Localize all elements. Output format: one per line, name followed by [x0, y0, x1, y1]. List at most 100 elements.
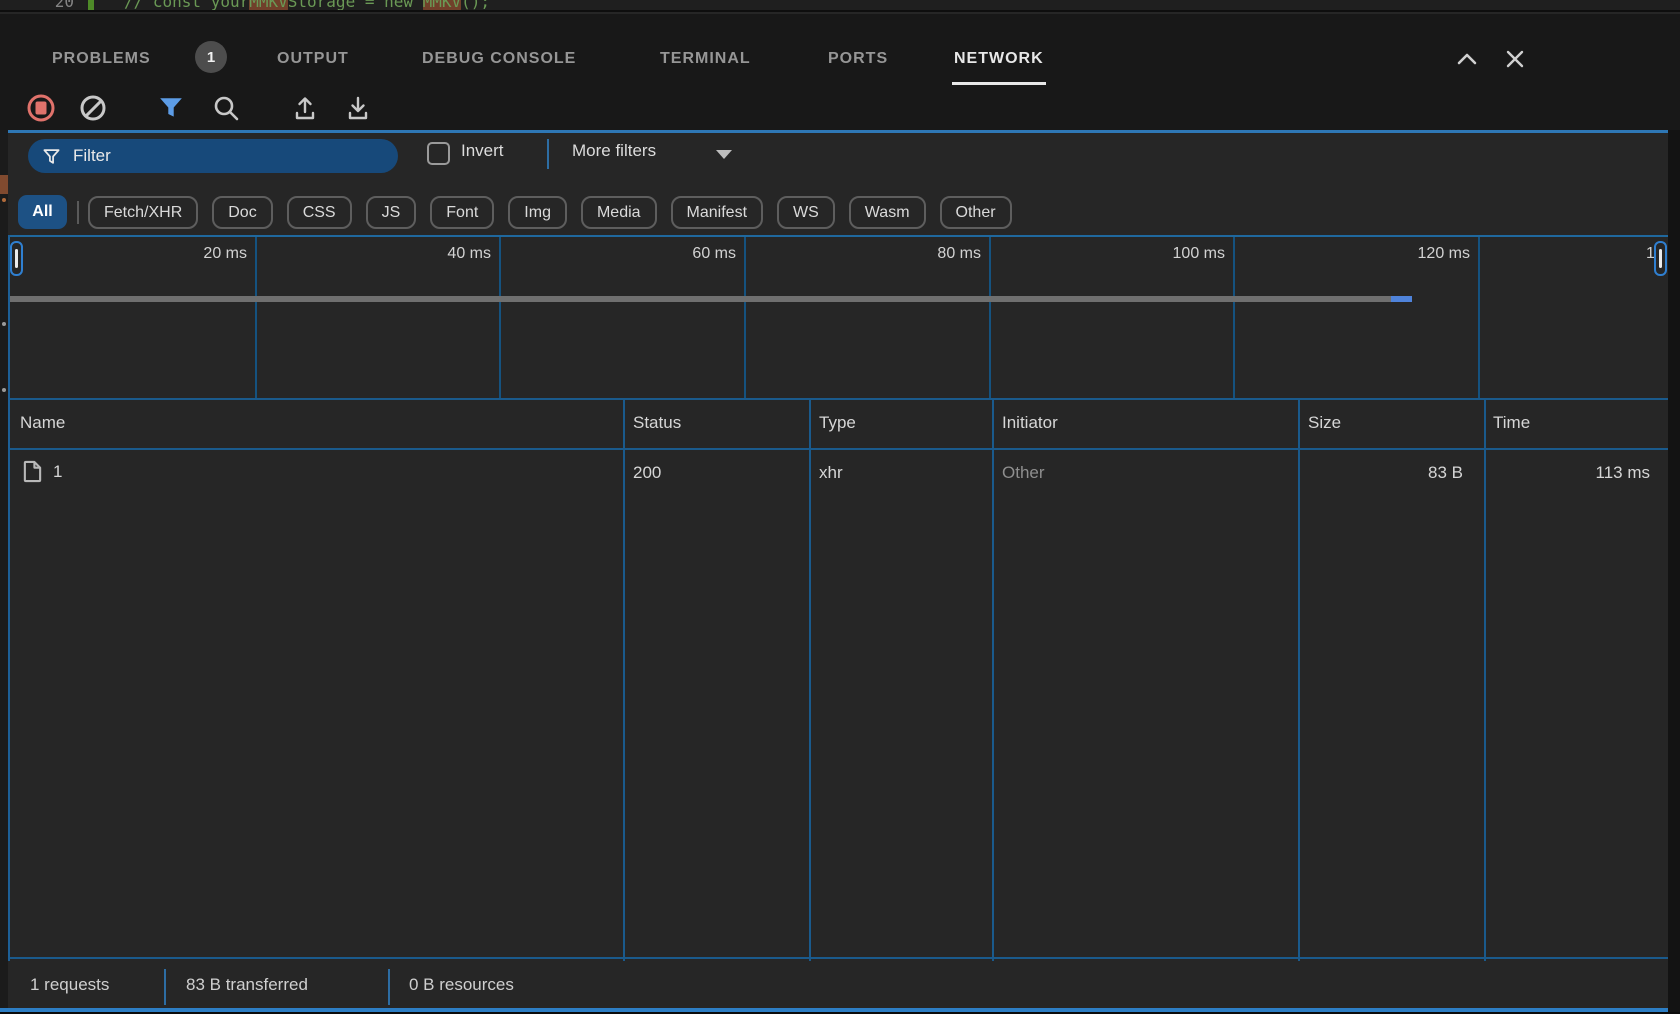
editor-code-sliver: 20// const yourMMKVStorage = new MMKV();: [0, 0, 1680, 12]
network-filter-input[interactable]: Filter: [28, 139, 398, 173]
filter-chip-manifest[interactable]: Manifest: [671, 196, 763, 229]
overview-right-handle[interactable]: [1654, 241, 1667, 276]
overview-total-bar: [10, 296, 1391, 302]
column-header-initiator[interactable]: Initiator: [1002, 413, 1058, 433]
filter-chip-all[interactable]: All: [18, 195, 67, 229]
request-time: 113 ms: [1484, 463, 1660, 483]
request-name: 1: [53, 462, 62, 482]
filter-chip-doc[interactable]: Doc: [212, 196, 272, 229]
record-network-log-button[interactable]: [28, 95, 55, 122]
funnel-icon: [158, 95, 184, 121]
import-har-button[interactable]: [291, 94, 319, 122]
search-match-highlight: MMKV: [423, 0, 462, 11]
panel-right-gutter: [1668, 130, 1680, 1014]
request-initiator: Other: [1002, 463, 1045, 483]
network-panel: Filter Invert More filters All Fetch/XHR…: [8, 130, 1668, 1012]
download-icon: [344, 94, 372, 122]
vscode-bottom-panel: 20// const yourMMKVStorage = new MMKV();…: [0, 0, 1680, 1014]
funnel-icon: [42, 147, 61, 166]
tab-problems[interactable]: PROBLEMS: [52, 50, 151, 68]
git-gutter-indicator: [88, 0, 94, 12]
problems-count-badge: 1: [195, 41, 227, 73]
timeline-gridline: [1233, 237, 1235, 398]
column-header-time[interactable]: Time: [1493, 413, 1530, 433]
overview-left-handle[interactable]: [10, 241, 23, 276]
export-har-button[interactable]: [344, 94, 372, 122]
tab-network[interactable]: NETWORK: [954, 50, 1044, 68]
timeline-tick: 120 ms: [1380, 245, 1470, 263]
code-comment: // const your: [124, 0, 249, 11]
column-header-name[interactable]: Name: [20, 413, 65, 433]
filter-placeholder: Filter: [73, 146, 111, 166]
timeline-tick: 60 ms: [646, 245, 736, 263]
filter-chip-ws[interactable]: WS: [777, 196, 835, 229]
column-header-type[interactable]: Type: [819, 413, 856, 433]
tab-output[interactable]: OUTPUT: [277, 50, 349, 68]
filter-chip-wasm[interactable]: Wasm: [849, 196, 926, 229]
editor-edge-strip: [0, 130, 8, 1014]
panel-tab-strip: PROBLEMS 1 OUTPUT DEBUG CONSOLE TERMINAL…: [0, 14, 1680, 86]
filter-chip-media[interactable]: Media: [581, 196, 657, 229]
line-number: 20: [0, 0, 88, 11]
network-overview-timeline[interactable]: 20 ms 40 ms 60 ms 80 ms 100 ms 120 ms 1: [8, 235, 1668, 400]
scrollbar-decoration: [0, 175, 8, 194]
search-match-highlight: MMKV: [249, 0, 288, 11]
record-icon: [28, 95, 55, 122]
filter-chip-css[interactable]: CSS: [287, 196, 352, 229]
decoration-dot: [2, 322, 6, 326]
invert-checkbox[interactable]: [427, 142, 450, 165]
timeline-gridline: [255, 237, 257, 398]
filter-chip-fetch-xhr[interactable]: Fetch/XHR: [88, 196, 198, 229]
filter-chip-other[interactable]: Other: [940, 196, 1012, 229]
requests-count: 1 requests: [30, 975, 109, 995]
search-button[interactable]: [212, 94, 240, 122]
panel-left-border: [8, 235, 10, 961]
request-status: 200: [633, 463, 661, 483]
chevron-up-icon[interactable]: [1452, 44, 1482, 74]
timeline-gridline: [499, 237, 501, 398]
request-size: 83 B: [1298, 463, 1474, 483]
network-status-bar: 1 requests 83 B transferred 0 B resource…: [8, 961, 1668, 1011]
transferred-size: 83 B transferred: [186, 975, 308, 995]
invert-label: Invert: [461, 141, 504, 161]
status-divider: [164, 969, 166, 1005]
status-divider: [388, 969, 390, 1005]
search-icon: [212, 94, 240, 122]
chips-divider: [77, 201, 79, 224]
request-name-cell: 1: [22, 460, 62, 483]
overview-request-bar: [1391, 296, 1412, 302]
request-type-chips: Fetch/XHR Doc CSS JS Font Img Media Mani…: [88, 196, 1012, 229]
more-filters-dropdown[interactable]: More filters: [572, 141, 656, 161]
request-type: xhr: [819, 463, 843, 483]
tab-debug-console[interactable]: DEBUG CONSOLE: [422, 50, 576, 68]
chevron-down-icon[interactable]: [716, 150, 732, 159]
filter-row-divider: [547, 139, 549, 169]
network-toolbar: [0, 86, 1680, 130]
decoration-dot: [2, 388, 6, 392]
column-header-size[interactable]: Size: [1308, 413, 1341, 433]
timeline-gridline: [744, 237, 746, 398]
decoration-dot: [2, 198, 6, 202]
tab-ports[interactable]: PORTS: [828, 50, 888, 68]
timeline-gridline: [1478, 237, 1480, 398]
resources-size: 0 B resources: [409, 975, 514, 995]
filter-chip-js[interactable]: JS: [366, 196, 417, 229]
timeline-gridline: [989, 237, 991, 398]
editor-code-line: 20// const yourMMKVStorage = new MMKV();: [0, 0, 490, 12]
requests-table-header: Name Status Type Initiator Size Time: [8, 400, 1668, 450]
close-panel-icon[interactable]: [1500, 44, 1530, 74]
clear-network-log-button[interactable]: [81, 96, 106, 121]
timeline-tick: 100 ms: [1135, 245, 1225, 263]
tab-terminal[interactable]: TERMINAL: [660, 50, 751, 68]
column-header-status[interactable]: Status: [633, 413, 681, 433]
timeline-tick: 80 ms: [891, 245, 981, 263]
upload-icon: [291, 94, 319, 122]
filter-toggle-button[interactable]: [158, 95, 184, 121]
timeline-tick: 20 ms: [157, 245, 247, 263]
table-row[interactable]: 1 200 xhr Other 83 B 113 ms: [8, 452, 1668, 496]
filter-chip-font[interactable]: Font: [430, 196, 494, 229]
requests-table-body: 1 200 xhr Other 83 B 113 ms: [8, 452, 1668, 959]
filter-chip-img[interactable]: Img: [508, 196, 567, 229]
timeline-tick: 40 ms: [401, 245, 491, 263]
document-icon: [22, 460, 43, 483]
